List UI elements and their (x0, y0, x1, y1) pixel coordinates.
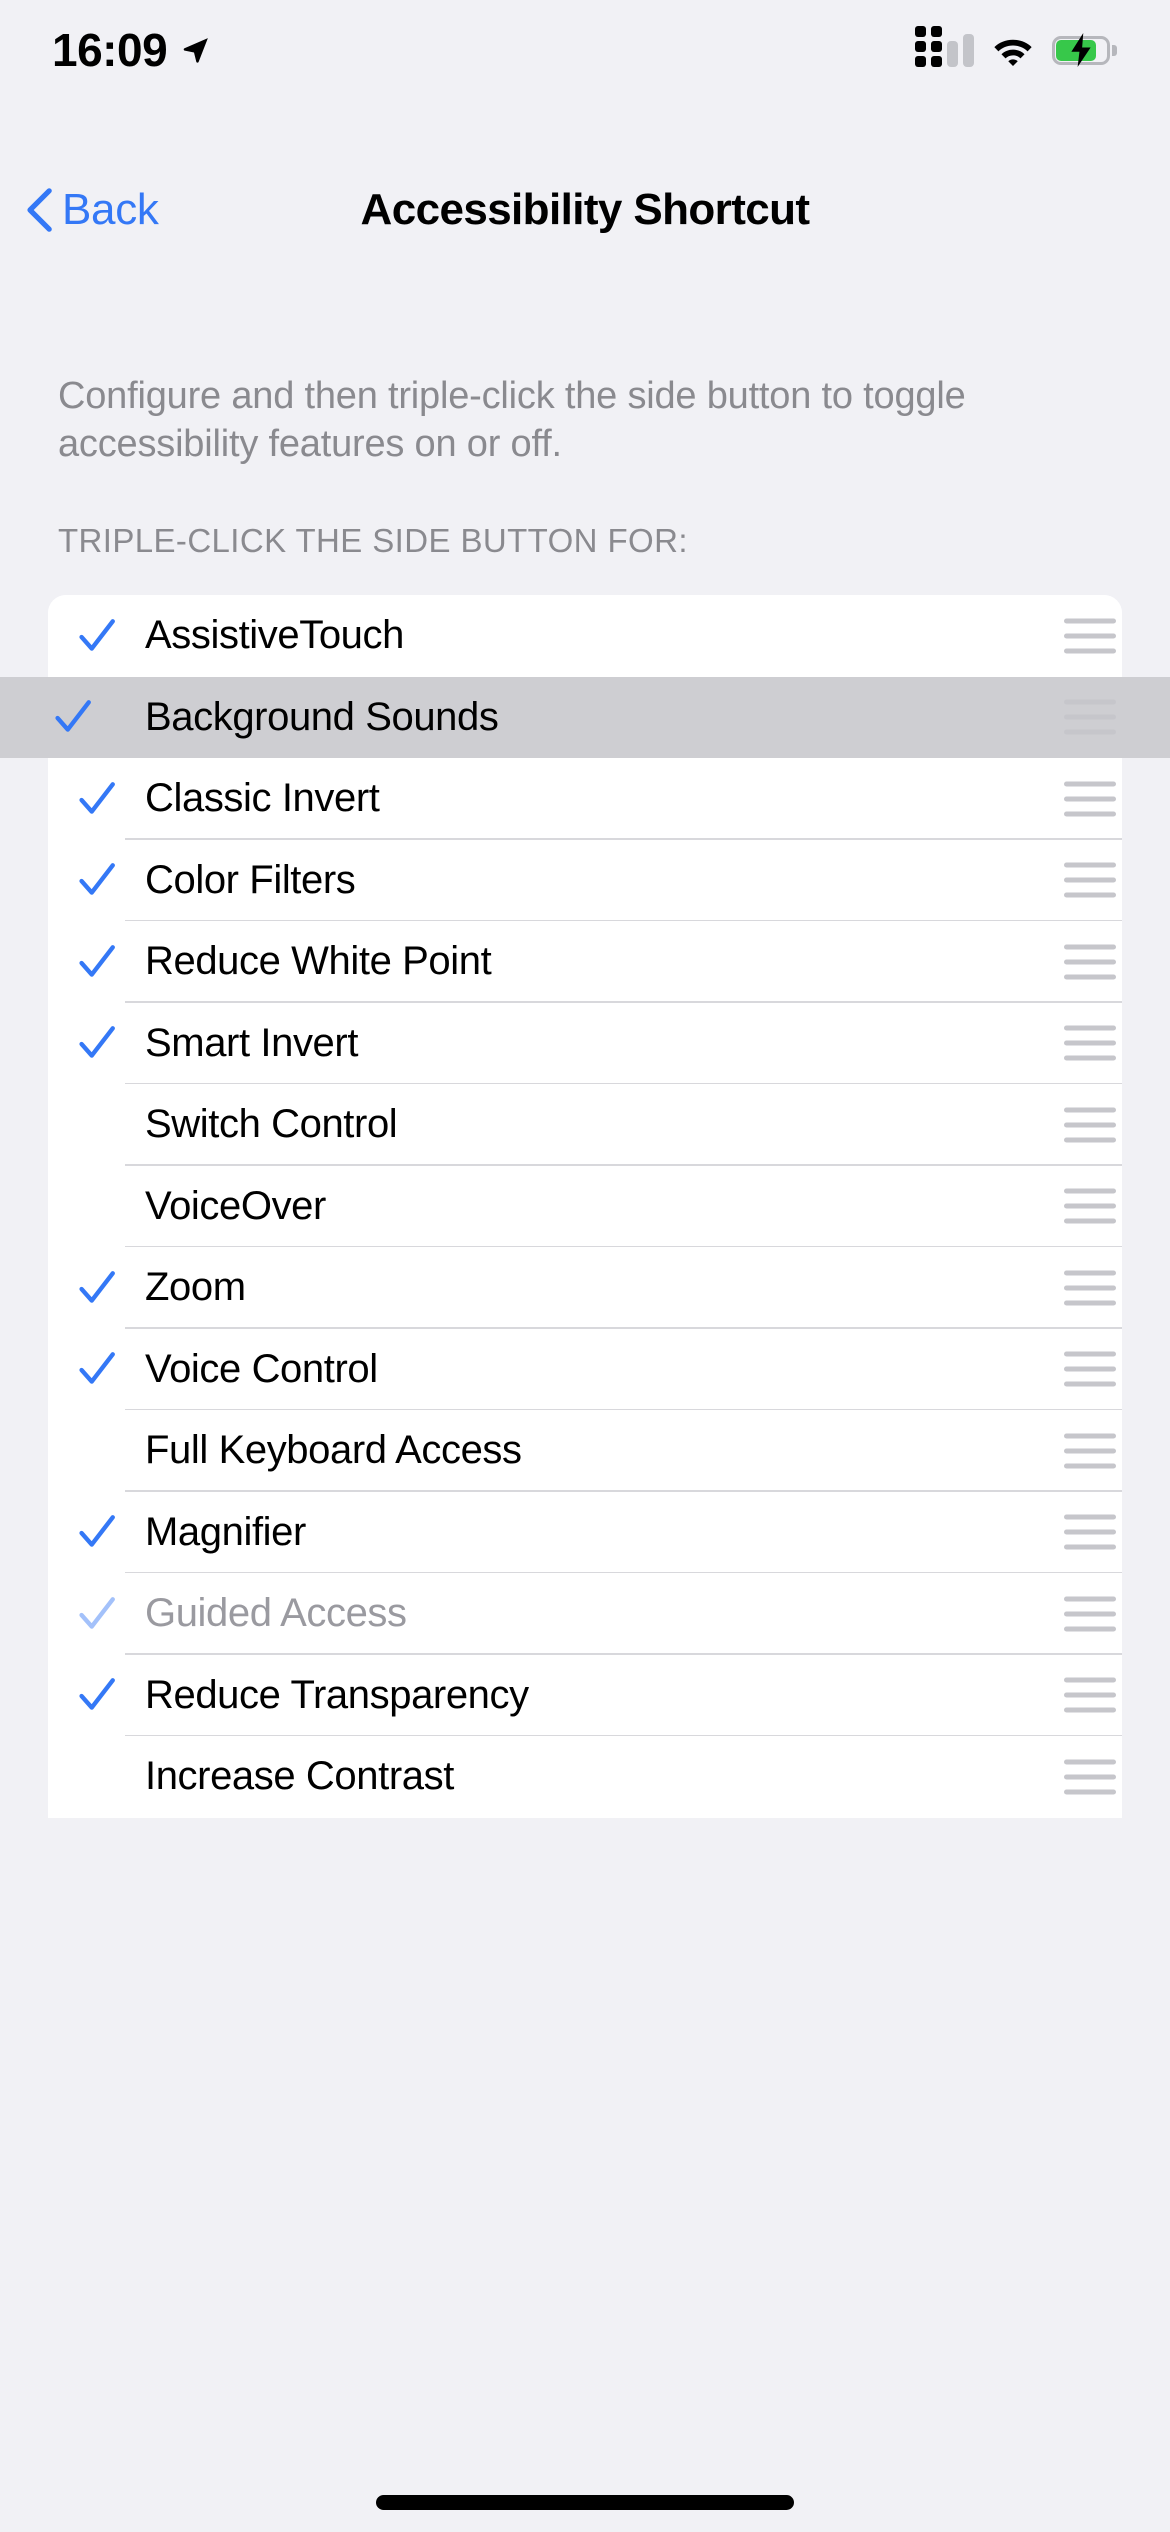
status-clock: 16:09 (52, 24, 168, 76)
list-item-label: Voice Control (145, 1346, 378, 1391)
checkmark-icon (78, 1515, 115, 1548)
list-item[interactable]: Reduce White Point (48, 921, 1122, 1003)
list-item-label: Zoom (145, 1265, 246, 1310)
checkmark-icon (78, 1352, 115, 1385)
reorder-handle-icon[interactable] (1064, 1188, 1116, 1224)
list-item[interactable]: Color Filters (48, 839, 1122, 921)
list-item-label: Reduce White Point (145, 939, 492, 984)
checkmark-slot[interactable] (0, 696, 145, 738)
list-item-label: AssistiveTouch (145, 613, 404, 658)
checkmark-slot[interactable] (48, 1022, 145, 1064)
list-item-label: Increase Contrast (145, 1754, 454, 1799)
checkmark-slot[interactable] (48, 1348, 145, 1390)
description-text: Configure and then triple-click the side… (58, 375, 966, 466)
section-header: TRIPLE-CLICK THE SIDE BUTTON FOR: (58, 522, 688, 559)
checkmark-slot[interactable] (48, 1593, 145, 1635)
reorder-handle-icon[interactable] (1064, 944, 1116, 980)
battery-charging-icon (1052, 33, 1117, 67)
reorder-handle-icon[interactable] (1064, 1677, 1116, 1713)
checkmark-slot[interactable] (48, 778, 145, 820)
list-item[interactable]: Switch Control (48, 1084, 1122, 1166)
list-item-label: Color Filters (145, 857, 356, 902)
cellular-signal-icon (915, 26, 974, 67)
status-bar-right (915, 26, 1117, 67)
checkmark-slot[interactable] (48, 1511, 145, 1553)
checkmark-icon (54, 700, 91, 733)
checkmark-slot[interactable] (48, 859, 145, 901)
list-item[interactable]: Zoom (48, 1247, 1122, 1329)
list-item[interactable]: Smart Invert (48, 1002, 1122, 1084)
charging-bolt-icon (1071, 33, 1091, 67)
list-item[interactable]: Classic Invert (48, 758, 1122, 840)
reorder-handle-icon[interactable] (1064, 1514, 1116, 1550)
checkmark-icon (78, 1678, 115, 1711)
navigation-bar: Back Accessibility Shortcut (0, 160, 1170, 260)
checkmark-icon (78, 1026, 115, 1059)
checkmark-icon (78, 944, 115, 977)
status-bar-left: 16:09 (52, 27, 211, 73)
page-title: Accessibility Shortcut (360, 185, 811, 234)
reorder-handle-icon[interactable] (1064, 1025, 1116, 1061)
list-item-label: Switch Control (145, 1102, 398, 1147)
reorder-handle-icon[interactable] (1064, 1596, 1116, 1632)
checkmark-icon (78, 781, 115, 814)
list-item[interactable]: VoiceOver (48, 1165, 1122, 1247)
list-item[interactable]: Full Keyboard Access (48, 1410, 1122, 1492)
wifi-icon (994, 39, 1032, 66)
list-item[interactable]: Magnifier (48, 1491, 1122, 1573)
list-item-label: Background Sounds (145, 694, 499, 739)
list-item-label: Classic Invert (145, 776, 380, 821)
location-arrow-icon (183, 38, 209, 63)
reorder-handle-icon[interactable] (1064, 1270, 1116, 1306)
reorder-handle-icon[interactable] (1064, 1107, 1116, 1143)
list-item-label: Smart Invert (145, 1020, 359, 1065)
checkmark-icon (78, 618, 115, 651)
reorder-handle-icon[interactable] (1064, 781, 1116, 817)
list-item[interactable]: Guided Access (48, 1573, 1122, 1655)
checkmark-slot[interactable] (48, 941, 145, 983)
reorder-handle-icon[interactable] (1064, 1351, 1116, 1387)
list-item[interactable]: Increase Contrast (48, 1736, 1122, 1818)
list-item-label: Reduce Transparency (145, 1672, 529, 1717)
reorder-handle-icon[interactable] (1064, 862, 1116, 898)
reorder-handle-icon[interactable] (1064, 1433, 1116, 1469)
checkmark-slot[interactable] (48, 615, 145, 657)
reorder-handle-icon[interactable] (1064, 699, 1116, 735)
checkmark-icon (78, 1596, 115, 1629)
list-item[interactable]: Voice Control (48, 1328, 1122, 1410)
home-indicator[interactable] (376, 2495, 794, 2510)
checkmark-icon (78, 1270, 115, 1303)
checkmark-icon (78, 863, 115, 896)
checkmark-slot[interactable] (48, 1267, 145, 1309)
reorder-handle-icon[interactable] (1064, 618, 1116, 654)
list-item[interactable]: Reduce Transparency (48, 1654, 1122, 1736)
list-item[interactable]: Background Sounds (0, 676, 1170, 758)
checkmark-slot[interactable] (48, 1674, 145, 1716)
list-item[interactable]: AssistiveTouch (48, 595, 1122, 677)
list-item-label: Guided Access (145, 1591, 407, 1636)
list-item-label: Full Keyboard Access (145, 1428, 522, 1473)
reorder-handle-icon[interactable] (1064, 1759, 1116, 1795)
status-bar: 16:09 (0, 0, 1170, 100)
list-item-label: VoiceOver (145, 1183, 326, 1228)
list-item-label: Magnifier (145, 1509, 306, 1554)
shortcut-list: AssistiveTouch Background Sounds Classic I… (0, 595, 1170, 1818)
